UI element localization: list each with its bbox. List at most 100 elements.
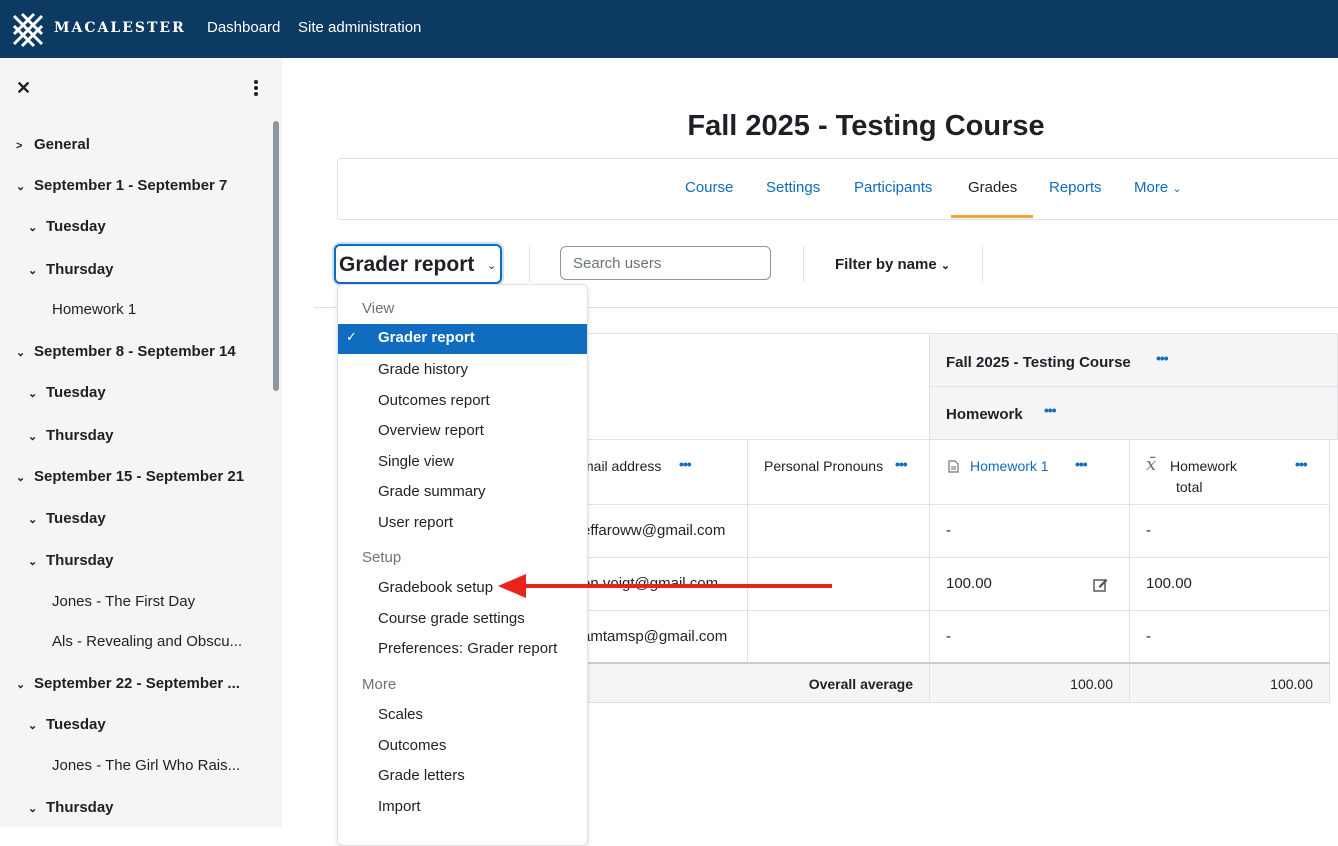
course-category-name: Fall 2025 - Testing Course bbox=[946, 354, 1131, 371]
more-actions-icon[interactable]: ••• bbox=[1044, 402, 1057, 418]
table-row: effaroww@gmail.com bbox=[582, 505, 748, 558]
average-cell: 100.00 bbox=[1130, 664, 1330, 703]
grade-cell[interactable]: - bbox=[1130, 505, 1330, 558]
grade-cell[interactable]: 100.00 bbox=[930, 558, 1130, 611]
column-header-homework-1: Homework 1 ••• bbox=[930, 440, 1130, 505]
chevron-down-icon: ⌄ bbox=[1172, 183, 1182, 195]
kebab-menu-icon[interactable] bbox=[248, 78, 264, 98]
table-row: amtamsp@gmail.com bbox=[582, 611, 748, 664]
page-title: Fall 2025 - Testing Course bbox=[687, 110, 1045, 142]
column-header-pronouns: Personal Pronouns ••• bbox=[748, 440, 930, 505]
menu-item-outcomes[interactable]: Outcomes bbox=[378, 737, 446, 754]
chevron-down-icon[interactable]: ⌄ bbox=[16, 180, 26, 193]
chevron-down-icon[interactable]: ⌄ bbox=[28, 802, 38, 815]
subsection-tuesday[interactable]: ⌄ Tuesday bbox=[28, 384, 106, 401]
brand-name[interactable]: MACALESTER bbox=[54, 20, 186, 36]
column-header-email: mail address ••• bbox=[582, 440, 748, 505]
section-sep-15-21[interactable]: ⌄ September 15 - September 21 bbox=[16, 468, 244, 485]
report-selector-label: Grader report bbox=[339, 253, 475, 276]
menu-item-grade-history[interactable]: Grade history bbox=[378, 361, 468, 378]
more-actions-icon[interactable]: ••• bbox=[1075, 456, 1088, 472]
subsection-thursday[interactable]: ⌄ Thursday bbox=[28, 799, 114, 816]
menu-item-grade-letters[interactable]: Grade letters bbox=[378, 767, 465, 784]
chevron-down-icon[interactable]: ⌄ bbox=[28, 221, 38, 234]
subsection-thursday[interactable]: ⌄ Thursday bbox=[28, 427, 114, 444]
checkmark-icon: ✓ bbox=[346, 329, 357, 344]
table-header-blank bbox=[586, 333, 930, 440]
column-header-homework-total: x̄ Homework total ••• bbox=[1130, 440, 1330, 505]
section-general[interactable]: > General bbox=[16, 136, 90, 153]
menu-item-grader-report[interactable]: ✓ Grader report bbox=[338, 324, 587, 354]
secondary-navigation: Course Settings Participants Grades Repo… bbox=[337, 158, 1338, 220]
course-category-header: Fall 2025 - Testing Course ••• bbox=[930, 333, 1338, 387]
drawer-scrollbar[interactable] bbox=[273, 121, 279, 391]
more-actions-icon[interactable]: ••• bbox=[1295, 456, 1308, 472]
section-sep-22[interactable]: ⌄ September 22 - September ... bbox=[16, 675, 240, 692]
subsection-tuesday[interactable]: ⌄ Tuesday bbox=[28, 716, 106, 733]
section-sep-8-14[interactable]: ⌄ September 8 - September 14 bbox=[16, 343, 236, 360]
menu-item-course-grade-settings[interactable]: Course grade settings bbox=[378, 610, 525, 627]
chevron-down-icon[interactable]: ⌄ bbox=[28, 264, 38, 277]
chevron-down-icon: ⌄ bbox=[487, 260, 497, 272]
grade-cell[interactable]: - bbox=[1130, 611, 1330, 664]
menu-item-overview-report[interactable]: Overview report bbox=[378, 422, 484, 439]
category-name: Homework bbox=[946, 406, 1023, 423]
menu-item-gradebook-setup[interactable]: Gradebook setup bbox=[378, 579, 493, 596]
table-cell bbox=[748, 505, 930, 558]
edit-icon[interactable] bbox=[1093, 577, 1108, 592]
grade-cell[interactable]: - bbox=[930, 505, 1130, 558]
category-header: Homework ••• bbox=[930, 387, 1338, 440]
report-selector-button[interactable]: Grader report ⌄ bbox=[334, 244, 502, 284]
tab-participants[interactable]: Participants bbox=[854, 179, 932, 196]
activity-als-revealing[interactable]: Als - Revealing and Obscu... bbox=[52, 633, 242, 650]
toolbar-divider bbox=[529, 246, 530, 282]
activity-homework-1[interactable]: Homework 1 bbox=[52, 301, 136, 318]
nav-site-admin-link[interactable]: Site administration bbox=[298, 19, 421, 36]
filter-by-name-button[interactable]: Filter by name ⌄ bbox=[835, 256, 950, 273]
tab-more[interactable]: More ⌄ bbox=[1134, 179, 1182, 196]
menu-item-scales[interactable]: Scales bbox=[378, 706, 423, 723]
menu-item-outcomes-report[interactable]: Outcomes report bbox=[378, 392, 490, 409]
subsection-tuesday[interactable]: ⌄ Tuesday bbox=[28, 218, 106, 235]
subsection-thursday[interactable]: ⌄ Thursday bbox=[28, 261, 114, 278]
more-actions-icon[interactable]: ••• bbox=[895, 456, 908, 472]
menu-item-preferences[interactable]: Preferences: Grader report bbox=[378, 640, 557, 657]
chevron-down-icon[interactable]: ⌄ bbox=[28, 387, 38, 400]
chevron-down-icon[interactable]: ⌄ bbox=[28, 513, 38, 526]
average-cell: 100.00 bbox=[930, 664, 1130, 703]
tab-grades[interactable]: Grades bbox=[968, 179, 1017, 196]
subsection-thursday[interactable]: ⌄ Thursday bbox=[28, 552, 114, 569]
menu-item-import[interactable]: Import bbox=[378, 798, 421, 815]
tab-reports[interactable]: Reports bbox=[1049, 179, 1102, 196]
table-cell bbox=[748, 611, 930, 664]
more-actions-icon[interactable]: ••• bbox=[1156, 350, 1169, 366]
chevron-right-icon[interactable]: > bbox=[16, 140, 26, 152]
toolbar-divider bbox=[803, 246, 804, 282]
macalester-logo-icon[interactable] bbox=[12, 12, 44, 48]
grade-cell[interactable]: 100.00 bbox=[1130, 558, 1330, 611]
menu-item-user-report[interactable]: User report bbox=[378, 514, 453, 531]
grade-cell[interactable]: - bbox=[930, 611, 1130, 664]
homework-1-link[interactable]: Homework 1 bbox=[970, 458, 1049, 474]
nav-dashboard-link[interactable]: Dashboard bbox=[207, 19, 280, 36]
menu-item-grade-summary[interactable]: Grade summary bbox=[378, 483, 486, 500]
red-arrow-annotation-icon bbox=[498, 574, 832, 598]
subsection-tuesday[interactable]: ⌄ Tuesday bbox=[28, 510, 106, 527]
search-users-input[interactable] bbox=[560, 246, 771, 280]
chevron-down-icon[interactable]: ⌄ bbox=[28, 555, 38, 568]
course-index-drawer: ✕ > General ⌄ September 1 - September 7 ⌄ T… bbox=[0, 58, 282, 827]
section-sep-1-7[interactable]: ⌄ September 1 - September 7 bbox=[16, 177, 227, 194]
tab-settings[interactable]: Settings bbox=[766, 179, 820, 196]
chevron-down-icon[interactable]: ⌄ bbox=[28, 719, 38, 732]
chevron-down-icon[interactable]: ⌄ bbox=[16, 346, 26, 359]
activity-jones-girl[interactable]: Jones - The Girl Who Rais... bbox=[52, 757, 240, 774]
chevron-down-icon[interactable]: ⌄ bbox=[28, 430, 38, 443]
tab-course[interactable]: Course bbox=[685, 179, 733, 196]
activity-jones-first-day[interactable]: Jones - The First Day bbox=[52, 593, 195, 610]
more-actions-icon[interactable]: ••• bbox=[679, 456, 692, 472]
report-selector-menu: View ✓ Grader report Grade history Outco… bbox=[337, 284, 588, 846]
chevron-down-icon[interactable]: ⌄ bbox=[16, 678, 26, 691]
menu-item-single-view[interactable]: Single view bbox=[378, 453, 454, 470]
chevron-down-icon[interactable]: ⌄ bbox=[16, 471, 26, 484]
close-drawer-icon[interactable]: ✕ bbox=[16, 78, 31, 99]
